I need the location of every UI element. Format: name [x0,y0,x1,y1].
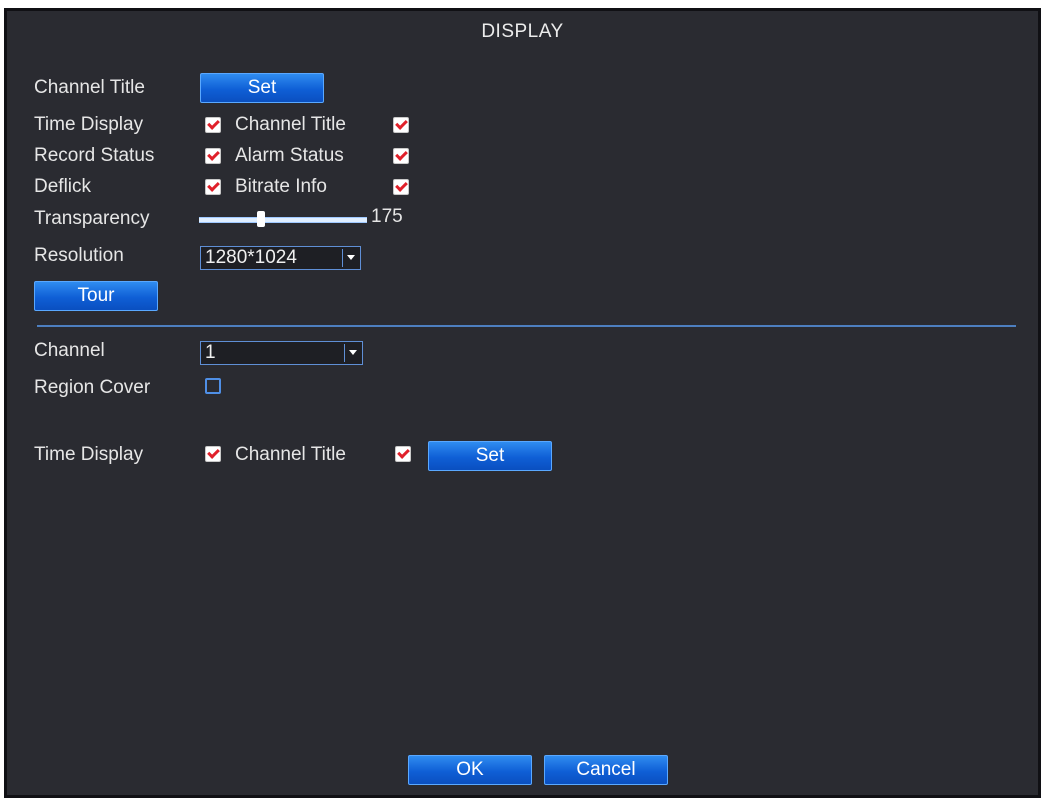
channel-title-checkbox[interactable] [393,117,409,133]
time-display-label: Time Display [34,114,144,135]
deflick-checkbox[interactable] [205,179,221,195]
channel-channel-title-checkbox[interactable] [395,446,411,462]
section-divider [37,325,1016,327]
transparency-slider-track[interactable] [199,217,367,223]
channel-title-set-button[interactable]: Set [200,73,324,103]
alarm-status-checkbox[interactable] [393,148,409,164]
resolution-label: Resolution [34,245,124,266]
channel-select-value: 1 [205,342,216,363]
dialog-title: DISPLAY [481,21,564,42]
cancel-button[interactable]: Cancel [544,755,668,785]
resolution-select-value: 1280*1024 [205,247,297,268]
ok-button[interactable]: OK [408,755,532,785]
display-dialog: DISPLAY Channel Title Set Time Display C… [4,8,1041,798]
transparency-label: Transparency [34,208,150,229]
record-status-label: Record Status [34,145,155,166]
region-cover-label: Region Cover [34,377,151,398]
channel-title-label: Channel Title [34,77,145,98]
time-display-checkbox[interactable] [205,117,221,133]
transparency-value: 175 [371,206,403,227]
channel-channel-title-label: Channel Title [235,444,346,465]
deflick-label: Deflick [34,176,92,197]
chevron-down-icon[interactable] [342,249,358,267]
transparency-slider-thumb[interactable] [257,211,266,227]
channel-title-set-button-2[interactable]: Set [428,441,552,471]
channel-time-display-checkbox[interactable] [205,446,221,462]
channel-time-display-label: Time Display [34,444,144,465]
tour-button[interactable]: Tour [34,281,158,311]
resolution-select[interactable]: 1280*1024 [200,246,361,270]
channel-title-checkbox-label: Channel Title [235,114,346,135]
region-cover-checkbox[interactable] [205,378,221,394]
bitrate-info-label: Bitrate Info [235,176,327,197]
channel-select[interactable]: 1 [200,341,363,365]
channel-label: Channel [34,340,105,361]
record-status-checkbox[interactable] [205,148,221,164]
bitrate-info-checkbox[interactable] [393,179,409,195]
chevron-down-icon[interactable] [344,344,360,362]
alarm-status-label: Alarm Status [235,145,344,166]
